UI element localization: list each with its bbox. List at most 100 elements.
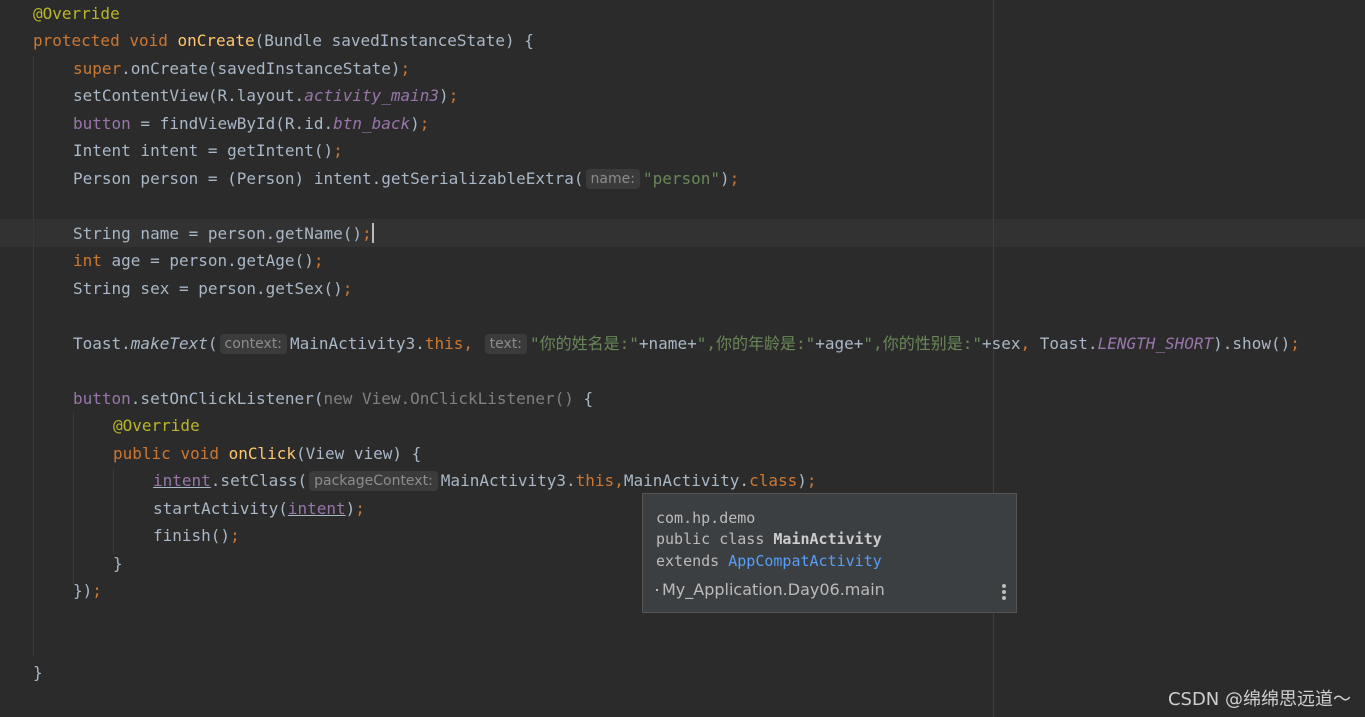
string-person: "person" bbox=[642, 169, 721, 188]
code-line-get-sex[interactable]: String sex = person.getSex(); bbox=[73, 275, 352, 302]
annotation-override: @Override bbox=[33, 4, 120, 23]
onclick-params: (View view) { bbox=[296, 444, 422, 463]
paren-close: ) bbox=[797, 471, 807, 490]
text-caret bbox=[371, 223, 374, 243]
code-line-get-name[interactable]: String name = person.getName(); bbox=[73, 220, 374, 247]
semicolon: ; bbox=[729, 169, 740, 188]
popup-declaration: public class MainActivity bbox=[656, 529, 882, 549]
concat-sex: +sex bbox=[981, 334, 1021, 353]
string-sex-label: ",你的性别是:" bbox=[863, 334, 982, 353]
find-view-text: = findViewById(R.id. bbox=[130, 114, 334, 133]
indent-guide-onclick bbox=[113, 468, 114, 554]
popup-superclass-link[interactable]: AppCompatActivity bbox=[728, 552, 882, 570]
variable-intent: intent bbox=[153, 471, 211, 490]
brace-open: { bbox=[573, 389, 594, 408]
code-line-set-class[interactable]: intent.setClass(packageContext: MainActiv… bbox=[153, 467, 817, 494]
semicolon: ; bbox=[361, 224, 372, 243]
indent-guide-listener bbox=[73, 412, 74, 584]
popup-class-name: MainActivity bbox=[773, 530, 882, 548]
code-line-get-person[interactable]: Person person = (Person) intent.getSeria… bbox=[73, 165, 739, 192]
string-age-label: ",你的年龄是:" bbox=[696, 334, 816, 353]
code-line-set-listener[interactable]: button.setOnClickListener(new View.OnCli… bbox=[73, 385, 593, 412]
get-sex-text: String sex = person.getSex() bbox=[73, 279, 343, 298]
mainactivity-ref-hovered[interactable]: MainActivity. bbox=[624, 471, 749, 490]
set-class-text: .setClass( bbox=[210, 471, 308, 490]
module-icon bbox=[656, 589, 658, 591]
mainactivity3-ref: MainActivity3. bbox=[289, 334, 425, 353]
semicolon: ; bbox=[419, 114, 430, 133]
popup-module: My_Application.Day06.main bbox=[656, 580, 885, 599]
keyword-int: int bbox=[73, 251, 102, 270]
semicolon: ; bbox=[355, 499, 365, 518]
set-content-view-text: setContentView(R.layout. bbox=[73, 86, 305, 105]
popup-extends: extends AppCompatActivity bbox=[656, 551, 882, 571]
keyword-this: this bbox=[575, 471, 615, 490]
concat-age: +age+ bbox=[815, 334, 864, 353]
semicolon: ; bbox=[400, 59, 411, 78]
semicolon: ; bbox=[333, 141, 343, 160]
concat-name: +name+ bbox=[638, 334, 697, 353]
code-line-close-method[interactable]: } bbox=[33, 659, 43, 686]
string-name-label: "你的姓名是:" bbox=[530, 334, 639, 353]
param-hint-text: text: bbox=[484, 334, 527, 354]
watermark: CSDN @绵绵思远道～ bbox=[1167, 689, 1351, 710]
method-maketext: makeText bbox=[130, 334, 208, 353]
code-line-find-view[interactable]: button = findViewById(R.id.btn_back); bbox=[73, 110, 429, 137]
field-button: button bbox=[73, 389, 131, 408]
indent-guide-method bbox=[33, 56, 34, 656]
popup-module-name: My_Application.Day06.main bbox=[662, 580, 885, 599]
super-call-text: .onCreate(savedInstanceState) bbox=[121, 59, 401, 78]
code-line-annotation-2[interactable]: @Override bbox=[113, 412, 200, 439]
finish-text: finish() bbox=[153, 526, 231, 545]
toast-class: Toast. bbox=[73, 334, 131, 353]
code-line-toast[interactable]: Toast.makeText(context: MainActivity3.thi… bbox=[73, 330, 1300, 357]
variable-intent: intent bbox=[287, 499, 346, 518]
toast-class-2: Toast. bbox=[1039, 334, 1098, 353]
semicolon: ; bbox=[313, 251, 324, 270]
param-hint-package-context: packageContext: bbox=[309, 471, 438, 491]
keyword-void: void bbox=[180, 444, 219, 463]
code-line-onclick-signature[interactable]: public void onClick(View view) { bbox=[113, 440, 421, 467]
code-line-oncreate-signature[interactable]: protected void onCreate(Bundle savedInst… bbox=[33, 27, 534, 54]
comma: , bbox=[1020, 334, 1040, 353]
keyword-public: public bbox=[113, 444, 171, 463]
get-person-text: Person person = (Person) intent.getSeria… bbox=[73, 169, 584, 188]
get-intent-text: Intent intent = getIntent() bbox=[73, 141, 334, 160]
param-hint-context: context: bbox=[219, 334, 287, 354]
more-vertical-icon[interactable] bbox=[1002, 584, 1006, 600]
semicolon: ; bbox=[448, 86, 459, 105]
keyword-this: this bbox=[424, 334, 464, 353]
brace-paren-close: }) bbox=[73, 581, 93, 600]
mainactivity3-ref: MainActivity3. bbox=[440, 471, 576, 490]
brace-close: } bbox=[113, 554, 123, 573]
show-call: ).show() bbox=[1213, 334, 1291, 353]
code-line-start-activity[interactable]: startActivity(intent); bbox=[153, 495, 365, 522]
keyword-void: void bbox=[129, 31, 168, 50]
paren-close: ) bbox=[410, 114, 420, 133]
code-line-get-age[interactable]: int age = person.getAge(); bbox=[73, 247, 323, 274]
code-line-set-content-view[interactable]: setContentView(R.layout.activity_main3); bbox=[73, 82, 458, 109]
param-hint-name: name: bbox=[585, 169, 640, 189]
start-activity-text: startActivity( bbox=[153, 499, 288, 518]
get-name-text: String name = person.getName() bbox=[73, 224, 362, 243]
anonymous-class-folded: new View.OnClickListener() bbox=[323, 389, 574, 408]
layout-field-activity-main3: activity_main3 bbox=[304, 86, 440, 105]
semicolon: ; bbox=[230, 526, 240, 545]
semicolon: ; bbox=[92, 581, 102, 600]
code-line-finish[interactable]: finish(); bbox=[153, 522, 240, 549]
popup-extends-prefix: extends bbox=[656, 552, 729, 570]
code-line-super-call[interactable]: super.onCreate(savedInstanceState); bbox=[73, 55, 410, 82]
paren-close: ) bbox=[720, 169, 730, 188]
quick-documentation-popup[interactable]: com.hp.demo public class MainActivity ex… bbox=[642, 493, 1017, 613]
code-line-close-listener[interactable]: }); bbox=[73, 577, 102, 604]
paren-open: ( bbox=[207, 334, 218, 353]
brace-close: } bbox=[33, 663, 43, 682]
code-line-get-intent[interactable]: Intent intent = getIntent(); bbox=[73, 137, 343, 164]
code-line-close-onclick[interactable]: } bbox=[113, 550, 123, 577]
id-field-btn-back: btn_back bbox=[333, 114, 411, 133]
comma: , bbox=[614, 471, 624, 490]
method-oncreate: onCreate bbox=[177, 31, 255, 50]
code-line-annotation[interactable]: @Override bbox=[33, 0, 120, 27]
keyword-super: super bbox=[73, 59, 122, 78]
popup-decl-prefix: public class bbox=[656, 530, 774, 548]
